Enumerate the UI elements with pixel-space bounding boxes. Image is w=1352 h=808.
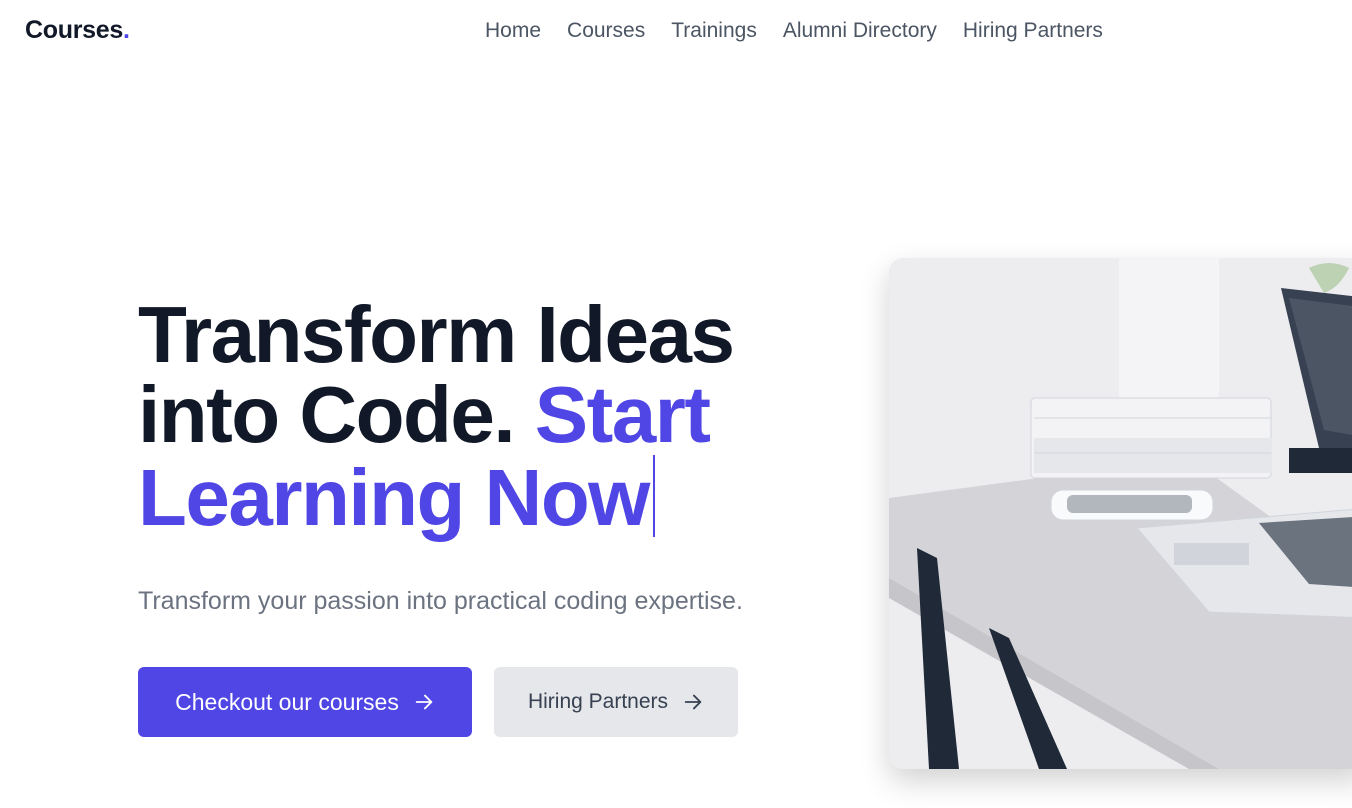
- nav-item-courses[interactable]: Courses: [567, 19, 645, 43]
- hero-title-line1: Transform Ideas: [138, 290, 735, 379]
- hiring-partners-button[interactable]: Hiring Partners: [494, 667, 738, 737]
- nav-item-alumni-directory[interactable]: Alumni Directory: [783, 19, 937, 43]
- arrow-right-icon: [413, 691, 435, 713]
- brand-name: Courses: [25, 16, 123, 44]
- nav-item-home[interactable]: Home: [485, 19, 541, 43]
- typing-cursor: [652, 455, 655, 537]
- hero-image-laptop-desk: [889, 258, 1352, 769]
- nav-item-hiring-partners[interactable]: Hiring Partners: [963, 19, 1103, 43]
- hero-subtitle: Transform your passion into practical co…: [138, 587, 743, 615]
- hero-title-accent-start: Start: [534, 370, 711, 459]
- hiring-partners-label: Hiring Partners: [527, 690, 669, 713]
- main-nav: Home Courses Trainings Alumni Directory …: [485, 19, 1103, 43]
- nav-item-trainings[interactable]: Trainings: [671, 19, 757, 43]
- checkout-courses-button[interactable]: Checkout our courses: [138, 667, 472, 737]
- hero-title: Transform Ideas into Code. Start Learnin…: [138, 295, 838, 538]
- brand-dot: .: [122, 16, 130, 44]
- arrow-right-icon: [682, 691, 704, 713]
- hero-title-line2: into Code.: [138, 370, 516, 459]
- brand-logo[interactable]: Courses.: [25, 16, 130, 45]
- hero-title-accent-learning: Learning Now: [138, 453, 650, 542]
- checkout-courses-label: Checkout our courses: [175, 688, 399, 715]
